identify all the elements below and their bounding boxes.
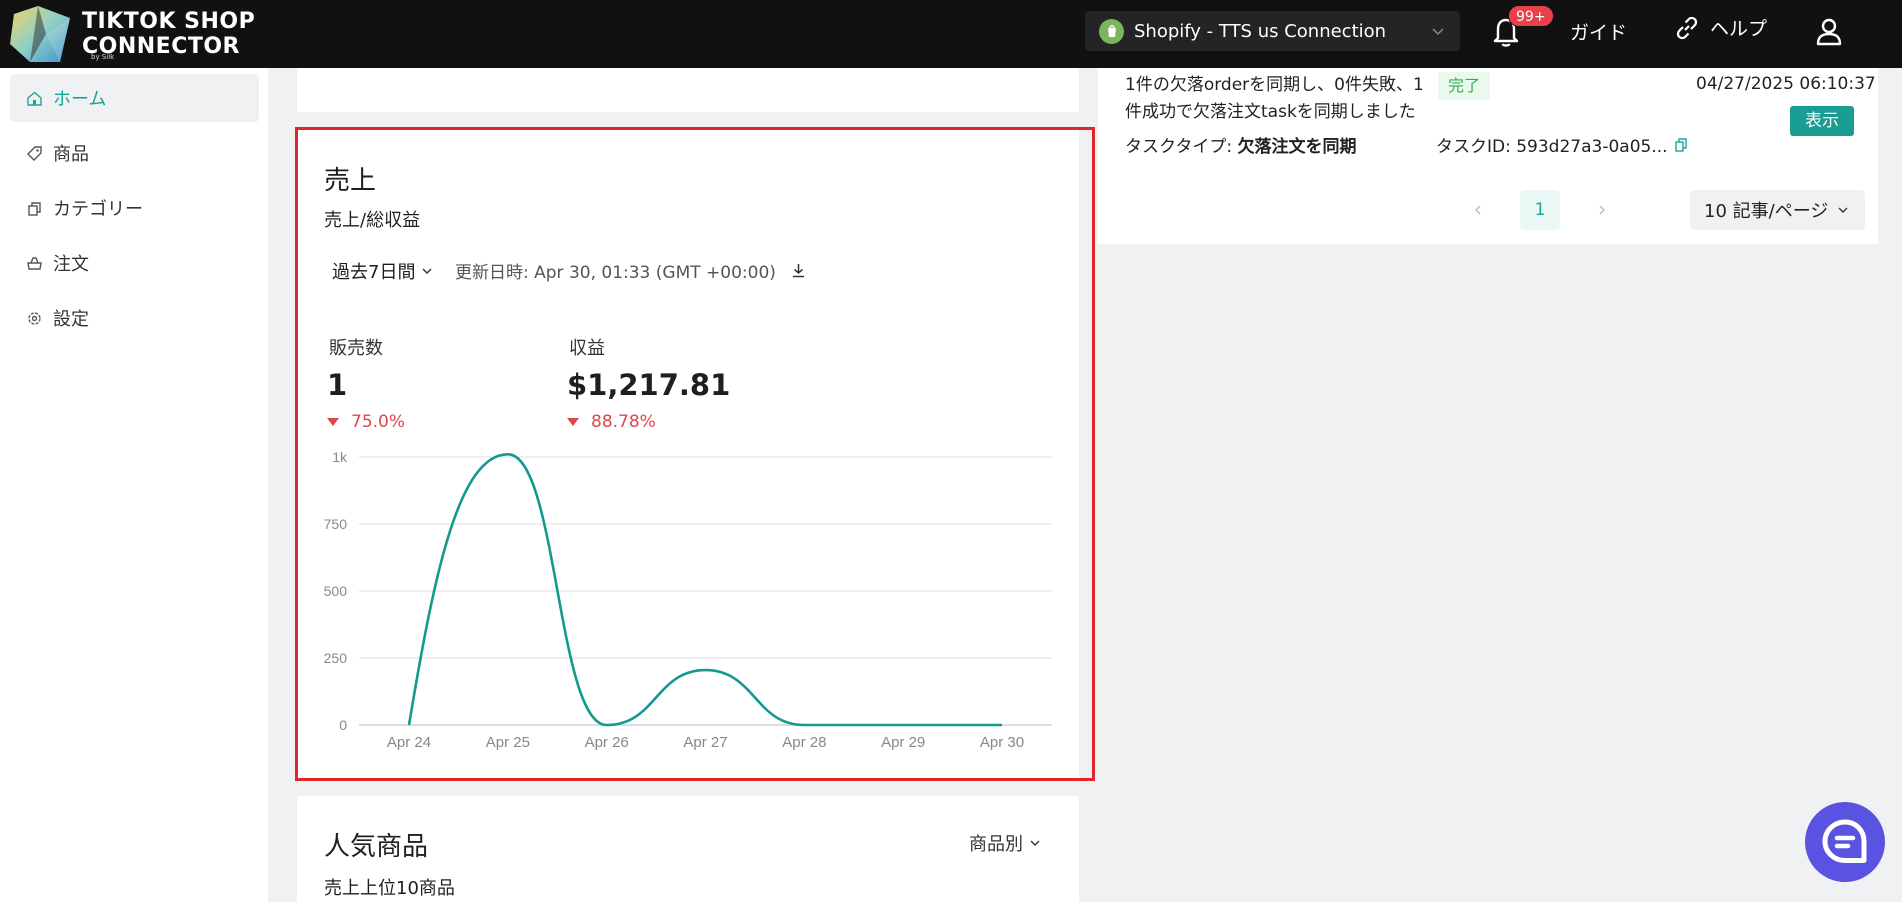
task-id: タスクID: 593d27a3-0a05... [1436,132,1689,157]
sidebar-item-label: ホーム [53,89,107,110]
y-tick-label: 250 [324,650,348,666]
copy-icon[interactable] [1673,137,1689,153]
sidebar-item-label: カテゴリー [53,199,143,220]
sales-card: 売上 売上/総収益 過去7日間 更新日時: Apr 30, 01:33 (GMT… [297,128,1079,778]
y-tick-label: 750 [324,516,348,532]
guide-link[interactable]: ガイド [1570,18,1627,45]
page-size-select[interactable]: 10 記事/ページ [1690,190,1865,230]
shopify-icon [1099,18,1124,44]
sidebar: ホーム 商品 カテゴリー 注文 設定 [0,68,268,902]
y-tick-label: 1k [332,449,348,465]
sidebar-item-products[interactable]: 商品 [10,129,259,177]
task-type-value: 欠落注文を同期 [1237,137,1357,157]
x-tick-label: Apr 24 [387,734,431,751]
logo-mark-icon [10,6,70,62]
y-tick-label: 0 [339,717,347,733]
sort-select[interactable]: 商品別 [969,830,1043,856]
x-tick-label: Apr 25 [486,734,530,751]
sidebar-item-settings[interactable]: 設定 [10,294,259,342]
chevron-down-icon [1432,28,1444,36]
task-time: 04/27/2025 06:10:37 [1696,74,1876,94]
y-tick-label: 500 [324,583,348,599]
sales-series-line [407,453,1002,727]
chevron-left-icon [1475,205,1481,215]
popular-subtitle: 売上上位10商品 [324,878,455,899]
pagination: 1 [1458,190,1622,230]
next-page-button[interactable] [1582,190,1622,230]
tag-icon [27,145,42,161]
top-bar: TIKTOK SHOP CONNECTOR by Silk Shopify - … [0,0,1902,68]
prev-page-button[interactable] [1458,190,1498,230]
task-type-label: タスクタイプ: [1125,137,1233,157]
sidebar-item-label: 設定 [53,309,89,330]
copy-icon [28,201,41,216]
store-selector[interactable]: Shopify - TTS us Connection [1085,11,1460,51]
x-tick-label: Apr 28 [782,734,826,751]
sales-line-chart: 0 250 500 750 1k Apr 24 Apr 25 Apr 26 Apr 27 Apr … [324,449,1052,751]
logo-text: TIKTOK SHOP CONNECTOR [82,9,255,59]
home-icon [27,91,42,106]
sidebar-item-home[interactable]: ホーム [10,74,259,122]
task-message: 1件の欠落orderを同期し、0件失敗、1件成功で欠落注文taskを同期しました [1125,75,1424,122]
sidebar-item-label: 商品 [53,144,89,165]
x-tick-label: Apr 30 [980,734,1024,751]
summary-card [297,68,1079,112]
sidebar-item-label: 注文 [53,254,89,275]
chat-icon [1822,819,1867,863]
user-icon[interactable] [1814,16,1844,46]
x-tick-label: Apr 26 [585,734,629,751]
x-tick-label: Apr 29 [881,734,925,751]
sidebar-item-orders[interactable]: 注文 [10,239,259,287]
logo-line-1: TIKTOK SHOP [82,9,256,34]
sort-label: 商品別 [969,834,1023,855]
sidebar-item-categories[interactable]: カテゴリー [10,184,259,232]
task-type: タスクタイプ: 欠落注文を同期 [1125,132,1356,157]
status-badge: 完了 [1438,72,1491,100]
chat-button[interactable] [1805,802,1885,882]
chevron-down-icon [1838,207,1848,213]
page-size-label: 10 記事/ページ [1704,201,1829,222]
view-button[interactable]: 表示 [1790,106,1854,136]
app-logo[interactable]: TIKTOK SHOP CONNECTOR by Silk [8,0,255,68]
popular-title: 人気商品 [324,832,429,862]
logo-by: by Silk [91,53,115,61]
chevron-right-icon [1599,205,1605,215]
gear-icon [28,311,41,325]
link-icon [1676,16,1698,39]
page-number[interactable]: 1 [1520,190,1560,230]
x-tick-label: Apr 27 [683,734,727,751]
popular-products-card: 人気商品 売上上位10商品 商品別 [297,796,1079,902]
cart-icon [27,256,42,270]
help-label: ヘルプ [1710,18,1768,40]
notification-badge: 99+ [1508,5,1554,27]
task-card: 1件の欠落orderを同期し、0件失敗、1件成功で欠落注文taskを同期しました… [1098,68,1878,244]
task-id-text: タスクID: 593d27a3-0a05... [1436,137,1668,157]
store-name: Shopify - TTS us Connection [1134,20,1387,42]
chevron-down-icon [1030,840,1040,846]
help-link[interactable]: ヘルプ [1674,14,1767,41]
